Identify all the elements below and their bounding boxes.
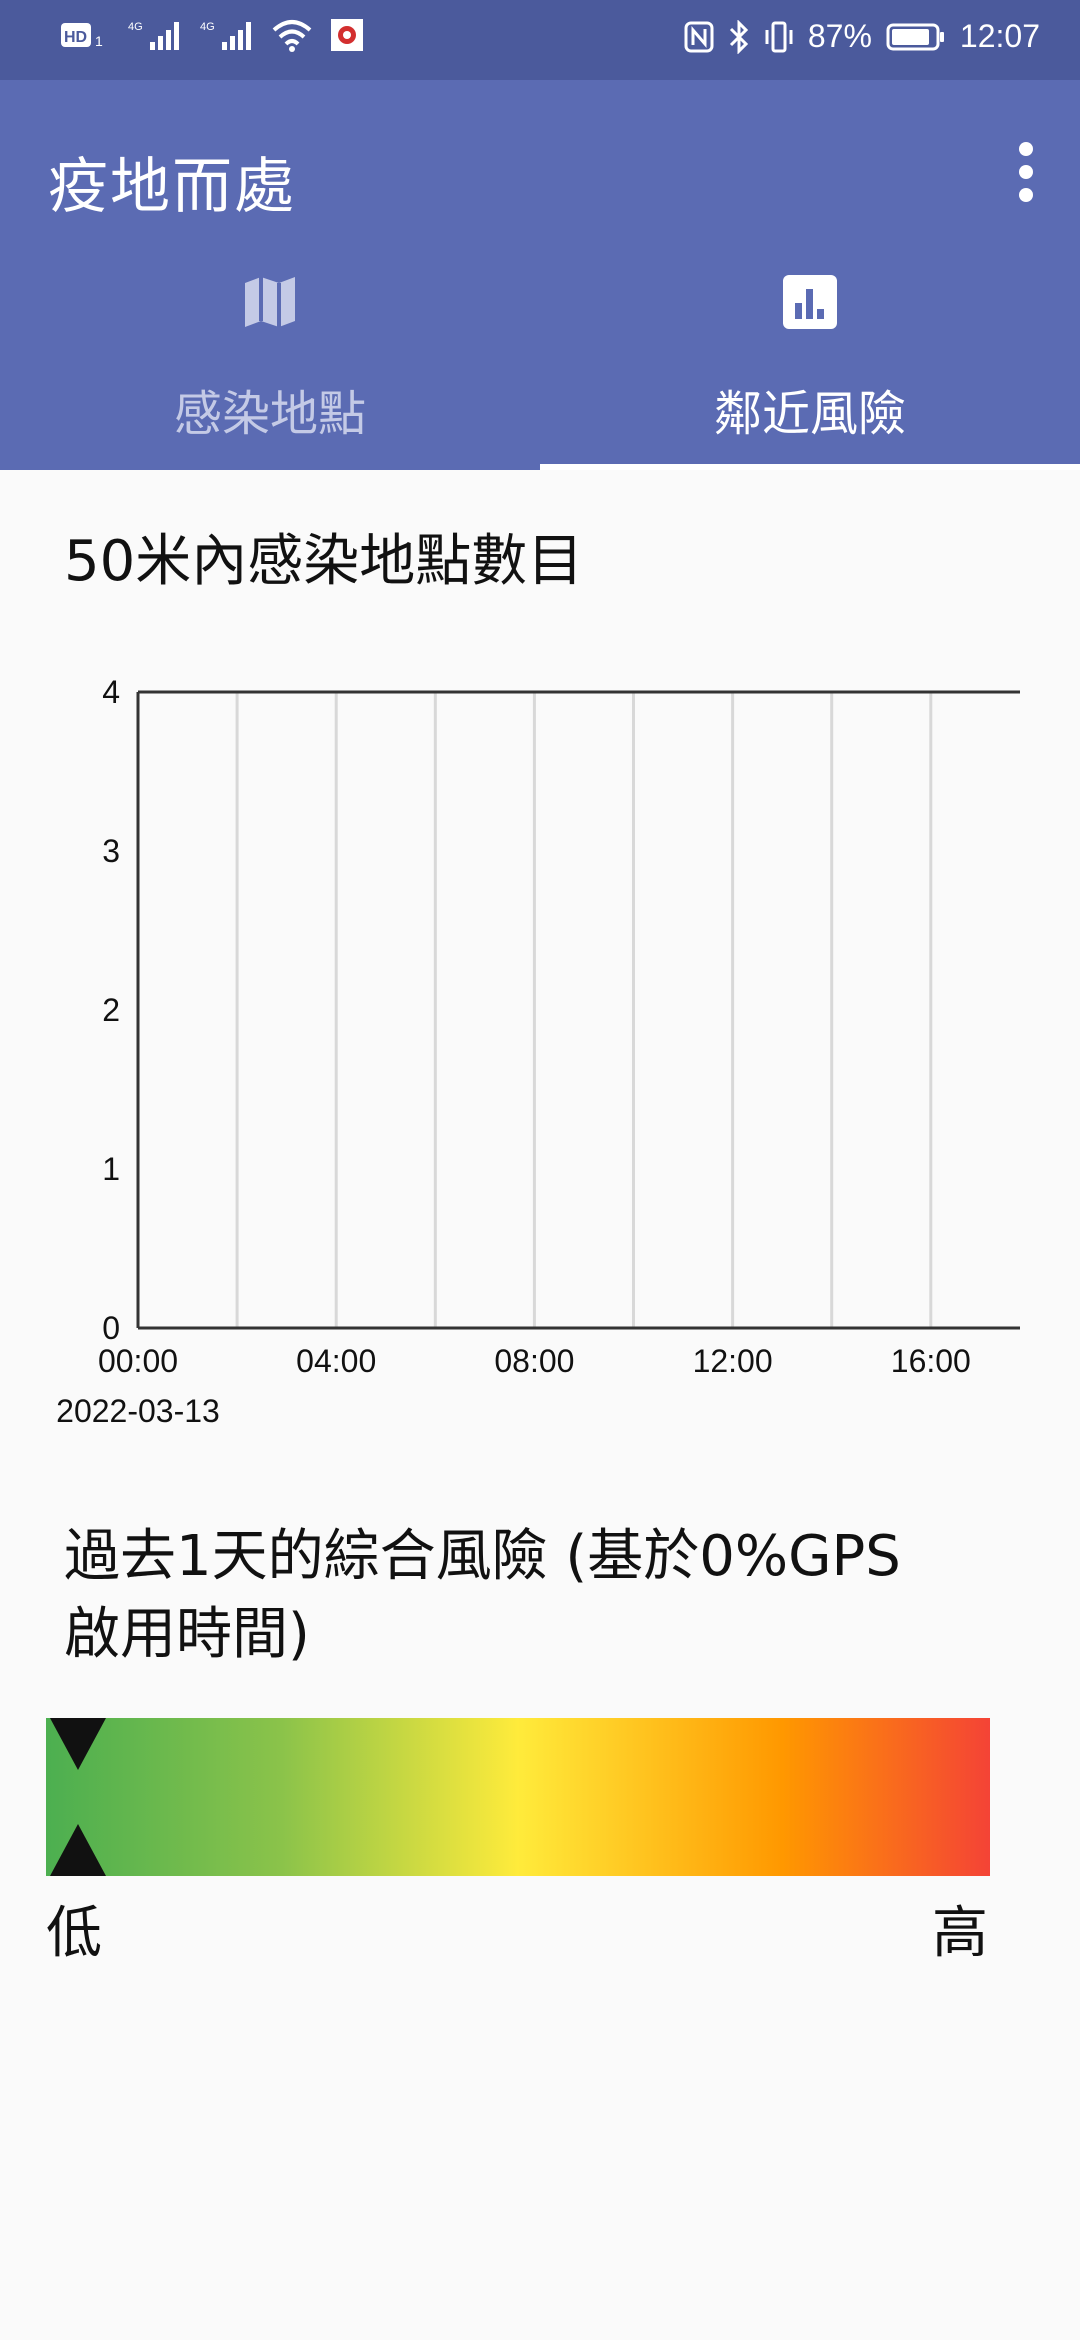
chart-y-tick-label: 2 xyxy=(102,992,120,1028)
risk-level-marker-bottom xyxy=(50,1824,106,1876)
app-bar: 疫地而處 感染地點 鄰近風險 xyxy=(0,80,1080,470)
chart-y-tick-label: 1 xyxy=(102,1151,120,1187)
risk-gradient-bar xyxy=(46,1718,990,1876)
chart-x-tick-label: 00:00 xyxy=(98,1343,178,1379)
status-right-icons: 87% 12:07 xyxy=(684,18,1040,55)
tab-infection-locations[interactable]: 感染地點 xyxy=(0,270,540,470)
vibrate-icon xyxy=(765,21,793,52)
app-notification-icon xyxy=(331,19,363,51)
risk-level-marker-top xyxy=(50,1718,106,1770)
tab-nearby-risk[interactable]: 鄰近風險 xyxy=(540,270,1080,470)
svg-text:HD: HD xyxy=(64,29,87,46)
chart-x-tick-label: 16:00 xyxy=(891,1343,971,1379)
chart-y-tick-label: 3 xyxy=(102,833,120,869)
risk-low-label: 低 xyxy=(46,1901,102,1966)
chart-x-tick-label: 12:00 xyxy=(693,1343,773,1379)
svg-text:4G: 4G xyxy=(128,21,143,33)
chart-y-tick-label: 0 xyxy=(102,1310,120,1346)
risk-title-line2: 啟用時間) xyxy=(64,1602,310,1667)
risk-title-line1: 過去1天的綜合風險 (基於0%GPS xyxy=(64,1524,901,1589)
chart-x-tick-label: 04:00 xyxy=(296,1343,376,1379)
status-bar: HD 1 4G 4G 87% 12:07 xyxy=(0,0,1080,80)
signal-4g-icon: 4G xyxy=(200,21,251,50)
chart-svg: 0 1 2 3 4 00:00 04:00 08:00 12:00 16:00 2022-03-13 xyxy=(56,674,1020,1429)
wifi-icon xyxy=(272,20,312,52)
battery-icon xyxy=(886,23,944,50)
bluetooth-icon xyxy=(729,19,748,54)
chart-x-tick-label: 08:00 xyxy=(494,1343,574,1379)
tab-label: 感染地點 xyxy=(173,386,366,442)
tab-label: 鄰近風險 xyxy=(713,386,906,442)
chart-y-tick-label: 4 xyxy=(102,674,120,710)
bar-chart-icon xyxy=(778,270,842,334)
svg-text:4G: 4G xyxy=(200,21,215,33)
nfc-icon xyxy=(684,21,714,52)
status-left-icons: HD 1 4G 4G xyxy=(60,18,364,52)
chart: 0 1 2 3 4 00:00 04:00 08:00 12:00 16:00 2022-03-13 xyxy=(0,660,1080,1450)
clock: 12:07 xyxy=(959,18,1040,54)
map-icon xyxy=(238,270,302,334)
signal-4g-icon: 4G xyxy=(128,21,179,50)
chart-x-date-label: 2022-03-13 xyxy=(56,1393,220,1429)
chart-title: 50米內感染地點數目 xyxy=(64,529,584,594)
more-vertical-icon[interactable] xyxy=(1016,142,1036,202)
app-title: 疫地而處 xyxy=(48,152,296,222)
hd-icon: HD 1 xyxy=(61,23,103,49)
svg-text:1: 1 xyxy=(95,33,103,49)
active-tab-indicator xyxy=(540,464,1080,470)
battery-percent: 87% xyxy=(807,18,872,54)
risk-high-label: 高 xyxy=(932,1901,988,1966)
